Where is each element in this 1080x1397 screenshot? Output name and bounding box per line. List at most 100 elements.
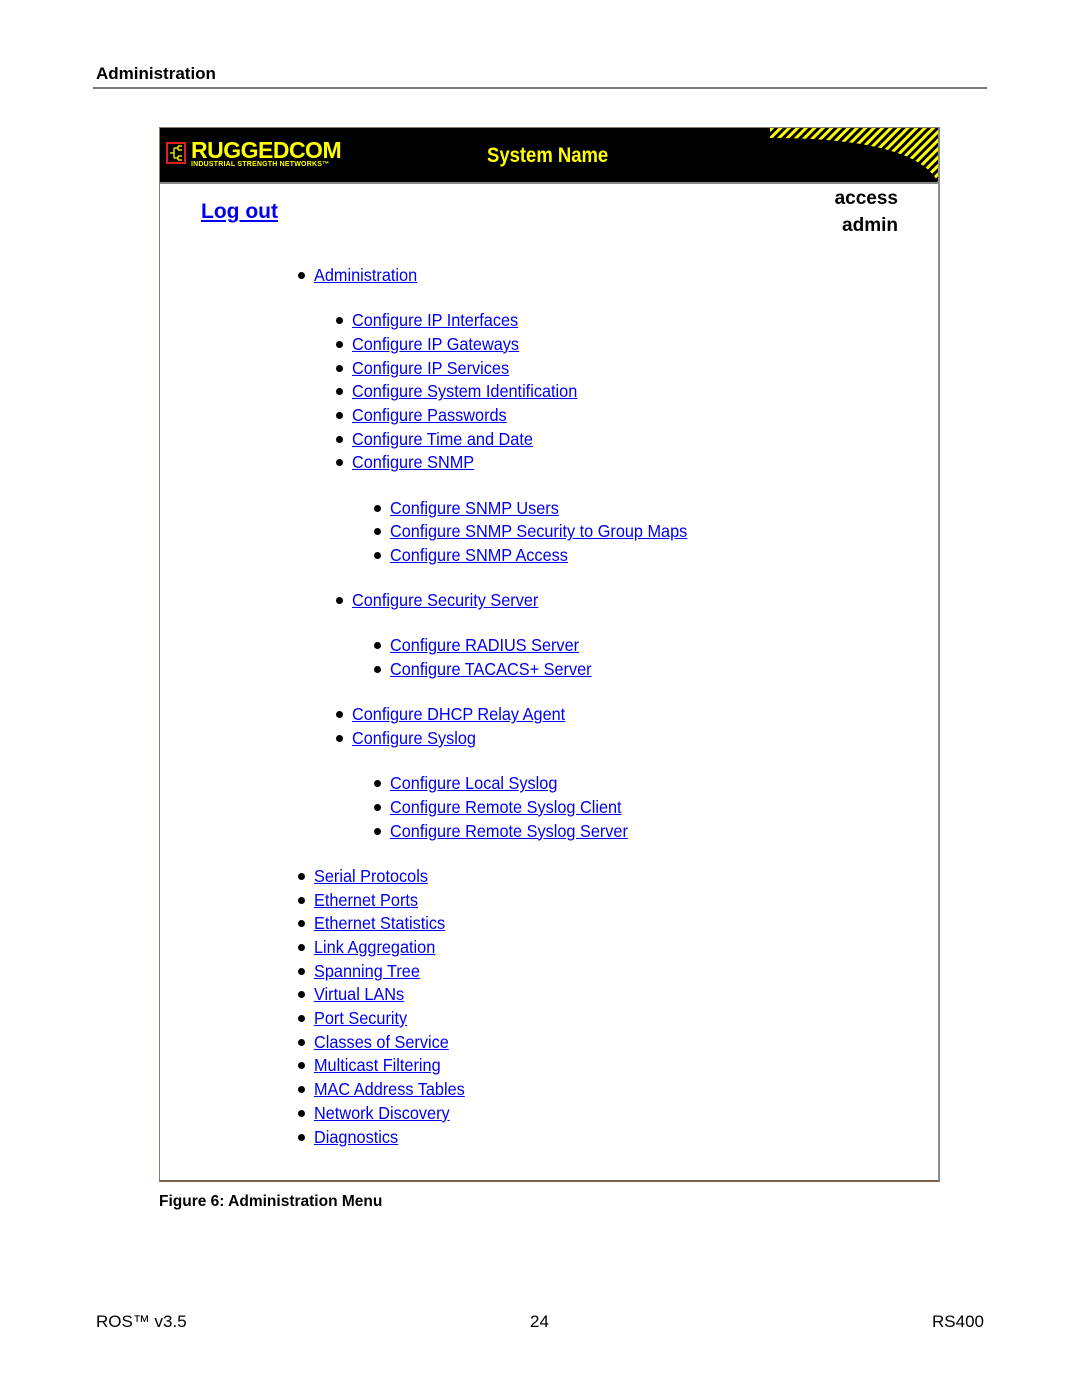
menu-link[interactable]: Administration: [314, 264, 417, 286]
brand-name: RUGGEDCOM: [191, 137, 342, 163]
figure-caption: Figure 6: Administration Menu: [159, 1193, 383, 1210]
menu-item: Classes of Service: [298, 1031, 459, 1053]
system-name: System Name: [487, 144, 609, 167]
logout-link[interactable]: Log out: [201, 200, 278, 224]
menu-link[interactable]: Configure RADIUS Server: [390, 634, 579, 656]
bullet-icon: [298, 1133, 305, 1141]
bullet-icon: [336, 364, 343, 372]
bullet-icon: [298, 272, 305, 279]
menu-link[interactable]: Configure Time and Date: [352, 428, 533, 450]
menu-item: Configure DHCP Relay Agent: [336, 703, 581, 725]
menu-item: Configure Security Server: [336, 589, 552, 611]
bullet-icon: [336, 459, 343, 467]
menu-link[interactable]: Configure System Identification: [352, 380, 577, 402]
menu-link[interactable]: Configure Syslog: [352, 727, 476, 749]
bullet-icon: [298, 1109, 305, 1117]
menu-link[interactable]: Configure DHCP Relay Agent: [352, 703, 565, 725]
bullet-icon: [374, 642, 381, 650]
menu-item: Configure SNMP Access: [374, 544, 581, 566]
bullet-icon: [298, 1015, 305, 1022]
menu-link[interactable]: Configure TACACS+ Server: [390, 658, 592, 680]
bullet-icon: [298, 872, 305, 880]
menu-item: Link Aggregation: [298, 936, 444, 958]
footer-page-number: 24: [530, 1312, 549, 1331]
bullet-icon: [374, 528, 381, 536]
bullet-icon: [336, 597, 343, 605]
bullet-icon: [336, 388, 343, 396]
menu-link[interactable]: Multicast Filtering: [314, 1054, 441, 1076]
menu-item: Configure TACACS+ Server: [374, 658, 607, 680]
menu-link[interactable]: MAC Address Tables: [314, 1078, 465, 1100]
menu-item: Multicast Filtering: [298, 1054, 450, 1076]
menu-link[interactable]: Serial Protocols: [314, 865, 428, 887]
bullet-icon: [298, 943, 305, 951]
bullet-icon: [298, 896, 305, 904]
bullet-icon: [336, 317, 343, 325]
menu-link[interactable]: Configure Remote Syslog Client: [390, 796, 622, 818]
menu-link[interactable]: Classes of Service: [314, 1031, 449, 1053]
menu-link[interactable]: Configure SNMP Access: [390, 544, 568, 566]
menu-item: Network Discovery: [298, 1102, 460, 1124]
bullet-icon: [374, 666, 381, 674]
menu-item: Ethernet Statistics: [298, 912, 455, 934]
app-banner: RUGGEDCOM INDUSTRIAL STRENGTH NETWORKS™ …: [160, 128, 938, 184]
brand-tagline: INDUSTRIAL STRENGTH NETWORKS™: [191, 161, 330, 168]
menu-item: Spanning Tree: [298, 960, 428, 982]
menu-item: Configure Remote Syslog Server: [374, 820, 646, 842]
footer-model: RS400: [932, 1312, 984, 1331]
menu-link[interactable]: Configure Remote Syslog Server: [390, 820, 628, 842]
bullet-icon: [336, 435, 343, 443]
menu-link[interactable]: Configure SNMP Security to Group Maps: [390, 520, 687, 542]
menu-item: Configure Local Syslog: [374, 772, 570, 794]
menu-link[interactable]: Virtual LANs: [314, 983, 404, 1005]
menu-link[interactable]: Configure IP Services: [352, 357, 509, 379]
menu-link[interactable]: Configure IP Interfaces: [352, 309, 518, 331]
bullet-icon: [336, 711, 343, 719]
menu-link[interactable]: Link Aggregation: [314, 936, 435, 958]
menu-link[interactable]: Configure Security Server: [352, 589, 538, 611]
menu-item: Configure Time and Date: [336, 428, 547, 450]
menu-item: Configure Syslog: [336, 727, 485, 749]
menu-item: Configure SNMP Security to Group Maps: [374, 520, 710, 542]
bullet-icon: [298, 920, 305, 928]
menu-link[interactable]: Configure IP Gateways: [352, 333, 519, 355]
menu-link[interactable]: Spanning Tree: [314, 960, 420, 982]
menu-link[interactable]: Diagnostics: [314, 1126, 398, 1148]
bullet-icon: [374, 803, 381, 811]
menu-link[interactable]: Ethernet Statistics: [314, 912, 445, 934]
menu-link[interactable]: Configure SNMP Users: [390, 497, 559, 519]
menu-item: Configure Passwords: [336, 404, 518, 426]
menu-item: MAC Address Tables: [298, 1078, 476, 1100]
footer-product-version: ROS™ v3.5: [96, 1312, 187, 1331]
bullet-icon: [336, 412, 343, 419]
menu-link[interactable]: Port Security: [314, 1007, 407, 1029]
bullet-icon: [298, 1038, 305, 1046]
menu-item: Configure IP Services: [336, 357, 521, 379]
menu-item: Administration: [298, 264, 425, 286]
network-tree-icon: [166, 142, 186, 164]
bullet-icon: [336, 340, 343, 348]
menu-link[interactable]: Configure Passwords: [352, 404, 507, 426]
menu-link[interactable]: Configure Local Syslog: [390, 772, 557, 794]
menu-link[interactable]: Configure SNMP: [352, 451, 474, 473]
bullet-icon: [298, 1062, 305, 1070]
bullet-icon: [374, 552, 381, 559]
menu-item: Serial Protocols: [298, 865, 437, 887]
bullet-icon: [298, 967, 305, 975]
bullet-icon: [374, 827, 381, 835]
menu-item: Configure Remote Syslog Client: [374, 796, 639, 818]
screenshot-figure: RUGGEDCOM INDUSTRIAL STRENGTH NETWORKS™ …: [159, 127, 940, 1182]
menu-item: Configure RADIUS Server: [374, 634, 593, 656]
menu-link[interactable]: Network Discovery: [314, 1102, 450, 1124]
menu-item: Configure IP Gateways: [336, 333, 532, 355]
access-label: access: [834, 188, 898, 209]
menu-item: Configure System Identification: [336, 380, 594, 402]
menu-item: Port Security: [298, 1007, 414, 1029]
menu-link[interactable]: Ethernet Ports: [314, 889, 418, 911]
bullet-icon: [374, 780, 381, 788]
menu-item: Configure SNMP: [336, 451, 483, 473]
access-user: admin: [842, 215, 898, 236]
menu-item: Configure SNMP Users: [374, 497, 572, 519]
menu-item: Ethernet Ports: [298, 889, 426, 911]
menu-item: Virtual LANs: [298, 983, 411, 1005]
